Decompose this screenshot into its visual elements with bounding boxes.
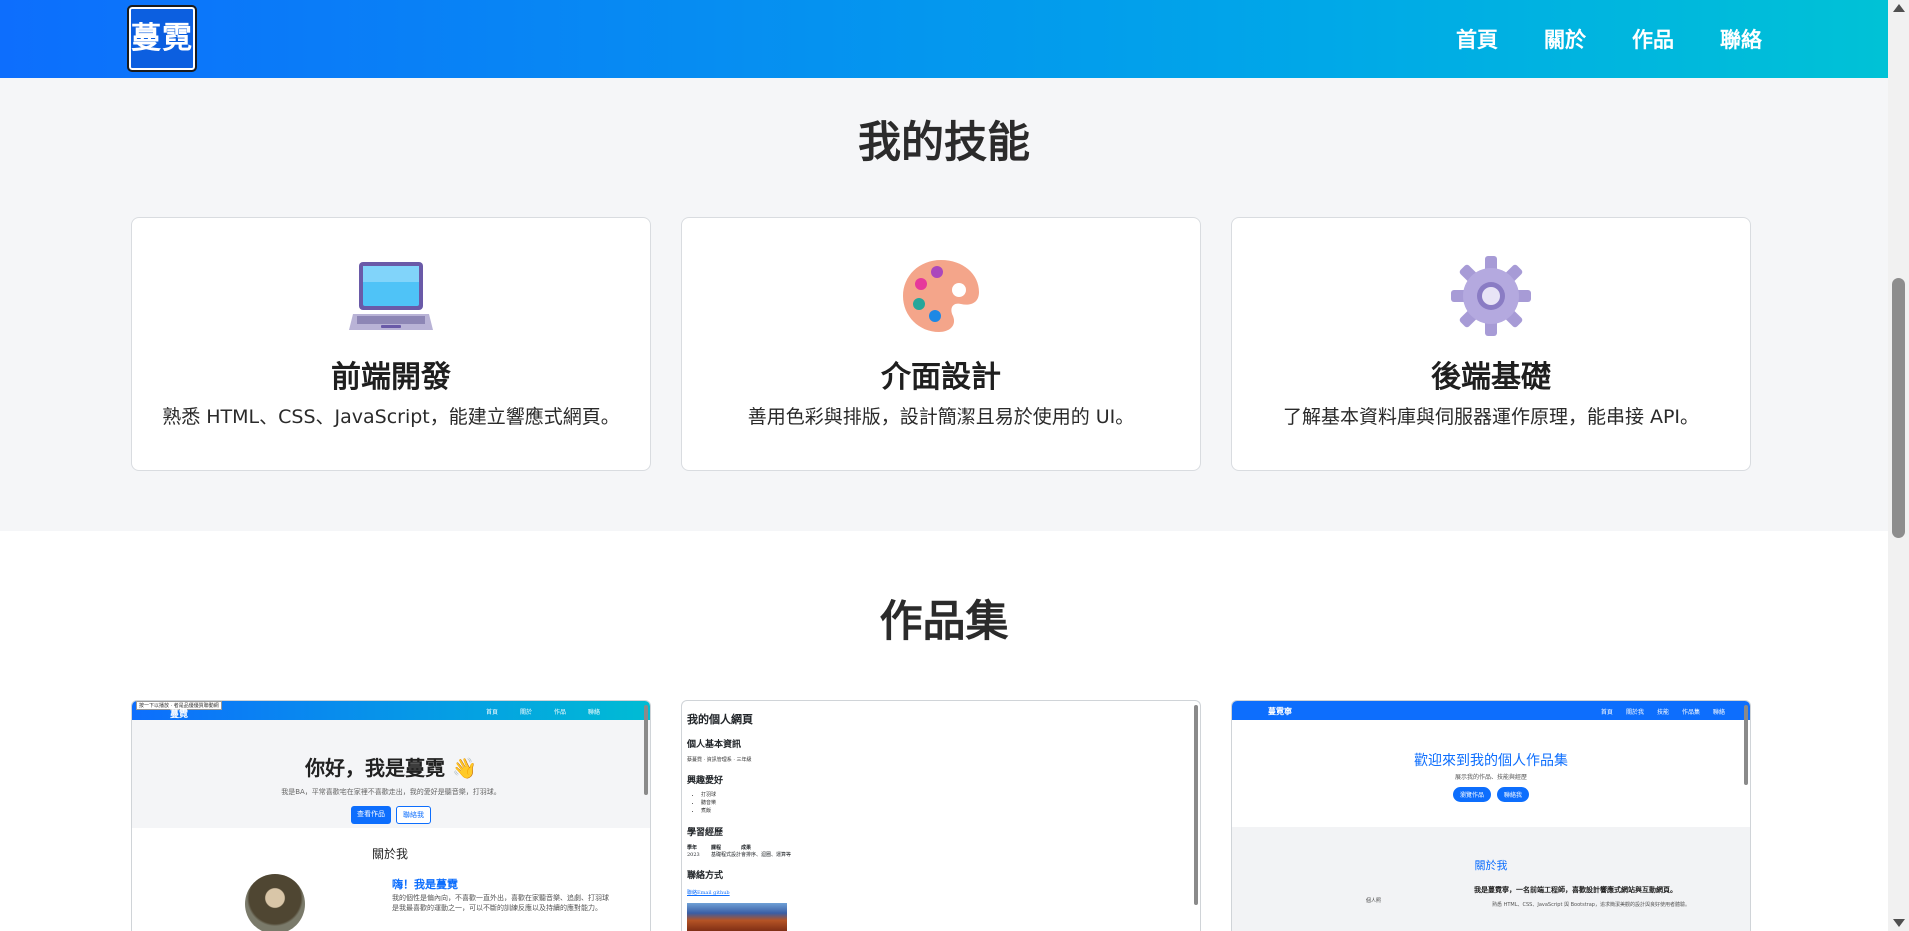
mini-hero-sub: 我是BA，平常喜歡宅在家裡不喜歡走出，我的愛好是聽音樂，打羽球。: [281, 788, 501, 796]
mini-brand: 蔓霓寧: [1268, 707, 1292, 716]
scroll-up-arrow-icon[interactable]: [1893, 4, 1905, 12]
skills-section: 我的技能 前端開發 熟悉 HTML、CSS、JavaScript，能建立響應式網…: [0, 78, 1888, 531]
mini-scrollbar: [644, 705, 648, 795]
mini-exp-table: 學年 課程 成果 2023 基礎程式設計 會排序、迴圈、運算等: [687, 844, 791, 858]
mini-about-title: 關於我: [1474, 859, 1508, 872]
mini-hobby-list: 打羽球 聽音樂 煮飯: [701, 791, 1195, 815]
skill-card-frontend: 前端開發 熟悉 HTML、CSS、JavaScript，能建立響應式網頁。: [131, 217, 651, 471]
mini-hero-title: 你好，我是蔓霓 👋: [305, 756, 477, 780]
mini-browse-button: 瀏覽作品: [1452, 787, 1491, 802]
skills-title: 我的技能: [858, 118, 1030, 168]
mini-brand: 蔓霓: [170, 710, 189, 720]
portfolio-title: 作品集: [879, 597, 1009, 647]
list-item: 煮飯: [701, 807, 1195, 815]
mini-basic-text: 蔡蔓霓 · 資訊管理系 · 三年級: [687, 757, 752, 763]
palette-icon: [903, 260, 979, 332]
mini-image-alt: 個人照: [1366, 898, 1382, 904]
page-scrollbar[interactable]: [1888, 0, 1909, 931]
mini-hero: 你好，我是蔓霓 👋 我是BA，平常喜歡宅在家裡不喜歡走出，我的愛好是聽音樂，打羽…: [132, 720, 650, 828]
mini-nav-link: 作品: [553, 709, 566, 716]
skill-card-design: 介面設計 善用色彩與排版，設計簡潔且易於使用的 UI。: [681, 217, 1201, 471]
mini-hero: 歡迎來到我的個人作品集 展示我的作品、技能與經歷 瀏覽作品 聯絡我: [1232, 720, 1750, 827]
skill-title: 後端基礎: [1431, 360, 1551, 395]
list-item: 聽音樂: [701, 799, 1195, 807]
portfolio-item-2[interactable]: 我的個人網頁 個人基本資訊 蔡蔓霓 · 資訊管理系 · 三年級 興趣愛好 打羽球…: [681, 700, 1201, 931]
mini-nav-link: 關於: [519, 709, 532, 716]
mini-contact-button: 聯絡我: [396, 806, 431, 824]
mini-contact-links: 聯絡Email github: [687, 890, 730, 896]
mini-basic-title: 個人基本資訊: [687, 740, 742, 750]
scroll-thumb[interactable]: [1892, 278, 1905, 538]
nav-link-works[interactable]: 作品: [1632, 24, 1674, 54]
avatar: [245, 874, 305, 931]
mini-nav-links: 首頁 關於 作品 聯絡: [486, 707, 600, 716]
table-row: 學年 課程 成果: [687, 844, 791, 851]
mini-exp-title: 學習經歷: [687, 828, 724, 838]
mini-navbar: 蔓霓寧 首頁 關於我 技能 作品集 聯絡: [1232, 701, 1750, 720]
mini-nav-link: 首頁: [1600, 709, 1613, 716]
mini-scrollbar: [1194, 705, 1198, 905]
table-header: 學年: [687, 845, 698, 851]
table-header: 成果: [741, 845, 752, 851]
list-item: 打羽球: [701, 791, 1195, 799]
table-cell: 基礎程式設計: [711, 852, 742, 858]
skill-desc: 善用色彩與排版，設計簡潔且易於使用的 UI。: [747, 406, 1135, 428]
skill-desc: 了解基本資料庫與伺服器運作原理，能串接 API。: [1282, 406, 1700, 428]
mini-navbar: 按一下以播放 · 者是品優優質聯動網 蔓霓 首頁 關於 作品 聯絡: [132, 701, 650, 720]
mini-scrollbar: [1744, 705, 1748, 785]
mini-desc: 我的個性是偏內向，不喜歡一直外出，喜歡在家聽音樂、追劇、打羽球是我最喜歡的運動之…: [392, 894, 609, 912]
mini-nav-link: 關於我: [1625, 709, 1644, 716]
skill-title: 介面設計: [881, 360, 1001, 395]
mini-nav-link: 聯絡: [587, 709, 600, 716]
mini-heading: 我的個人網頁: [687, 713, 753, 726]
mini-about-title: 關於我: [372, 847, 409, 861]
scroll-down-arrow-icon[interactable]: [1893, 919, 1905, 927]
mini-contact-title: 聯絡方式: [687, 871, 724, 881]
skill-desc: 熟悉 HTML、CSS、JavaScript，能建立響應式網頁。: [162, 406, 620, 428]
mini-hobby-title: 興趣愛好: [687, 776, 724, 786]
skill-card-backend: 後端基礎 了解基本資料庫與伺服器運作原理，能串接 API。: [1231, 217, 1751, 471]
mini-intro: 我是蔓霓寧，一名前端工程師，喜歡設計響應式網站與互動網頁。: [1474, 886, 1677, 894]
laptop-icon: [349, 262, 433, 330]
nav-link-about[interactable]: 關於: [1544, 24, 1586, 54]
portfolio-item-3[interactable]: 蔓霓寧 首頁 關於我 技能 作品集 聯絡 歡迎來到我的個人作品集 展示我的作品、…: [1231, 700, 1751, 931]
skill-title: 前端開發: [331, 360, 451, 395]
mini-nav-link: 聯絡: [1712, 709, 1725, 716]
brand-logo[interactable]: 蔓霓: [127, 5, 197, 72]
mini-hero-sub: 展示我的作品、技能與經歷: [1454, 774, 1527, 781]
mini-nav-links: 首頁 關於我 技能 作品集 聯絡: [1601, 707, 1725, 716]
mini-nav-link: 技能: [1656, 709, 1669, 716]
page-viewport: 蔓霓 首頁 關於 作品 聯絡 我的技能 前端開發 熟悉 HTML、CSS、Jav…: [0, 0, 1888, 931]
portfolio-section: 作品集 按一下以播放 · 者是品優優質聯動網 蔓霓 首頁 關於 作品 聯絡 你好…: [0, 531, 1888, 931]
table-cell: 2023: [687, 851, 700, 858]
table-row: 2023 基礎程式設計 會排序、迴圈、運算等: [687, 851, 792, 859]
gear-icon: [1451, 256, 1531, 336]
mini-greeting: 嗨！我是蔓霓: [392, 878, 458, 891]
mini-hero-title: 歡迎來到我的個人作品集: [1414, 753, 1568, 769]
mini-contact-button: 聯絡我: [1497, 787, 1530, 802]
table-cell: 會排序、迴圈、運算等: [741, 852, 792, 858]
mini-desc: 熟悉 HTML、CSS、JavaScript 與 Bootstrap，追求簡潔美…: [1492, 902, 1690, 908]
mini-about-section: 關於我 個人照 我是蔓霓寧，一名前端工程師，喜歡設計響應式網站與互動網頁。 熟悉…: [1232, 827, 1750, 931]
nav-link-home[interactable]: 首頁: [1456, 24, 1498, 54]
table-header: 課程: [711, 845, 722, 851]
mini-photo: [687, 903, 787, 931]
nav-links: 首頁 關於 作品 聯絡: [1456, 0, 1762, 78]
mini-nav-link: 首頁: [485, 709, 498, 716]
navbar: 蔓霓 首頁 關於 作品 聯絡: [0, 0, 1888, 78]
mini-view-works-button: 查看作品: [351, 806, 391, 824]
mini-nav-link: 作品集: [1681, 709, 1700, 716]
portfolio-item-1[interactable]: 按一下以播放 · 者是品優優質聯動網 蔓霓 首頁 關於 作品 聯絡 你好，我是蔓…: [131, 700, 651, 931]
nav-link-contact[interactable]: 聯絡: [1720, 24, 1762, 54]
